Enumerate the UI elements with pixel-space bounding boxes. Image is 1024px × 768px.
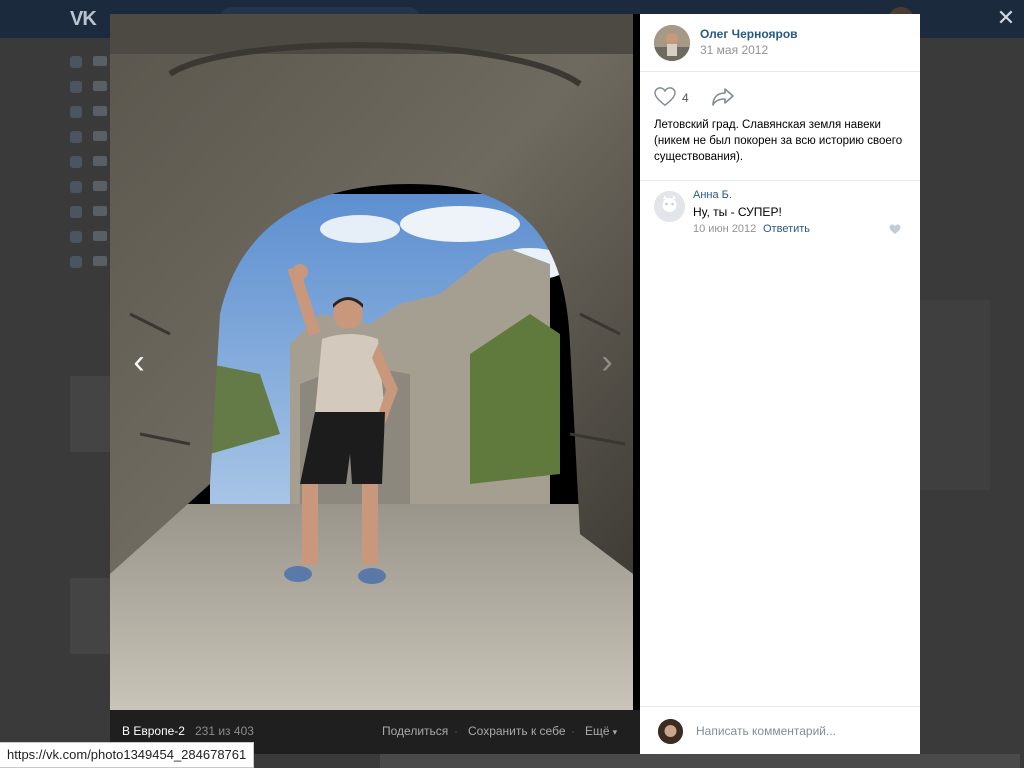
close-icon[interactable]: ✕ [994, 6, 1018, 30]
chevron-right-icon[interactable]: › [592, 344, 622, 380]
photo[interactable] [110, 14, 633, 710]
chevron-left-icon[interactable]: ‹ [124, 344, 154, 380]
photo-pane: ‹ › В Европе-2 231 из 403 Поделиться · С… [110, 14, 640, 754]
photo-viewer: ‹ › В Европе-2 231 из 403 Поделиться · С… [110, 14, 920, 754]
comment-author[interactable]: Анна Б. [693, 189, 732, 201]
dimmed-card [70, 578, 110, 654]
comment-like-heart-icon[interactable] [889, 224, 903, 236]
comment-item: Анна Б. Ну, ты - СУПЕР! 10 июн 2012 Отве… [640, 188, 920, 248]
likes-row: 4 [654, 87, 914, 109]
photo-counter: 231 из 403 [195, 724, 254, 738]
like-count: 4 [682, 91, 689, 105]
post-date[interactable]: 31 мая 2012 [700, 43, 768, 57]
comment-text: Ну, ты - СУПЕР! [693, 205, 782, 219]
comment-input[interactable] [696, 721, 906, 741]
share-button[interactable]: Поделиться [382, 724, 448, 738]
dimmed-left-menu [64, 50, 110, 275]
dimmed-card [70, 376, 110, 452]
share-icon[interactable] [711, 87, 737, 109]
author-block: Олег Чернояров 31 мая 2012 [640, 14, 920, 72]
current-user-avatar [658, 719, 683, 744]
separator-dot: · [454, 724, 458, 738]
save-to-self-button[interactable]: Сохранить к себе [468, 724, 566, 738]
like-button[interactable]: 4 [654, 87, 694, 109]
comment-avatar[interactable] [654, 191, 685, 222]
author-avatar[interactable] [654, 25, 690, 61]
divider [640, 180, 920, 181]
more-button[interactable]: Ещё ▾ [585, 724, 617, 738]
comment-compose [640, 706, 920, 754]
photo-caption: Летовский град. Славянская земля навеки … [654, 119, 903, 163]
dimmed-bottom-strip [380, 754, 1020, 768]
comment-date[interactable]: 10 июн 2012 [693, 223, 756, 235]
more-label: Ещё [585, 724, 610, 738]
heart-icon [654, 87, 676, 107]
separator-dot: · [571, 724, 575, 738]
status-bar-url: https://vk.com/photo1349454_284678761 [0, 742, 255, 768]
album-link[interactable]: В Европе-2 [122, 724, 185, 738]
author-name[interactable]: Олег Чернояров [700, 27, 798, 41]
reply-link[interactable]: Ответить [763, 223, 810, 235]
chevron-down-icon: ▾ [612, 727, 618, 737]
dimmed-right-block [920, 300, 990, 490]
vk-logo[interactable]: VK [70, 8, 97, 31]
info-panel: Олег Чернояров 31 мая 2012 4 Летовский г… [640, 14, 920, 754]
